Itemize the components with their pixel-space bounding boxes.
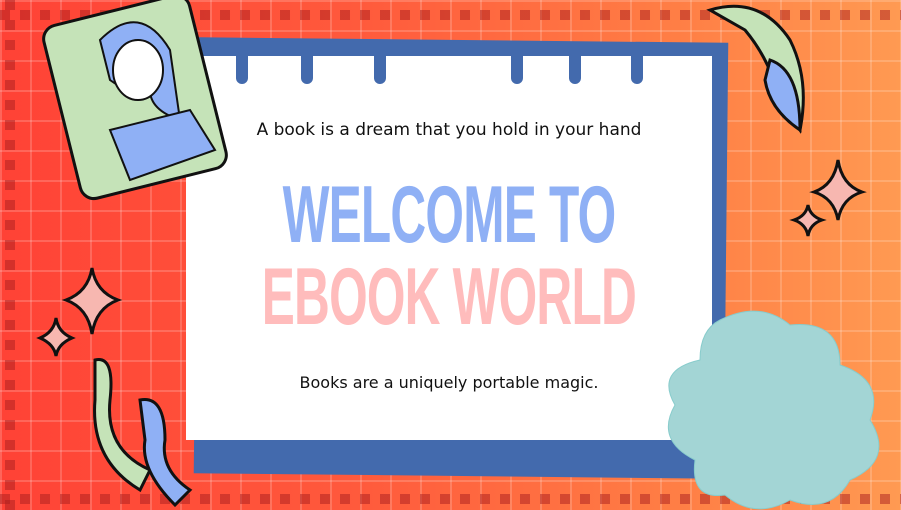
ribbon-top-right: [706, 4, 805, 134]
flower-shape: [667, 310, 880, 510]
decorations: [36, 0, 880, 510]
ribbon-bottom-left: [93, 358, 193, 508]
avatar-card-illustration: [42, 0, 228, 201]
